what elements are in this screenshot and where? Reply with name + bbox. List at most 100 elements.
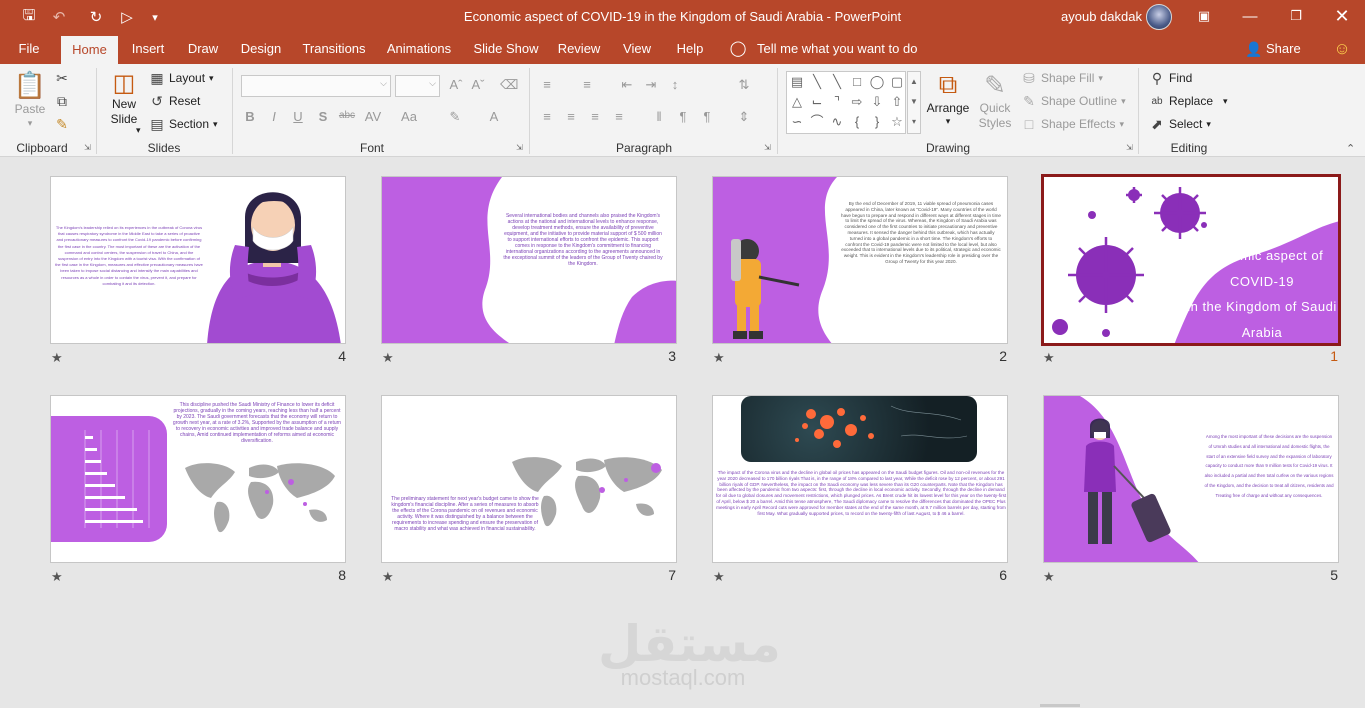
- justify-icon[interactable]: ≡: [610, 109, 628, 124]
- slide-thumbnail-2[interactable]: By the end of December of 2019, 11 viabl…: [712, 176, 1008, 344]
- slide-thumbnail-4[interactable]: The Kingdom's leadership relied on its e…: [50, 176, 346, 344]
- brace-left-shape-icon[interactable]: {: [847, 112, 867, 132]
- redo-icon[interactable]: ↻: [84, 6, 108, 28]
- tab-slide-show[interactable]: Slide Show: [468, 34, 544, 64]
- arrange-button[interactable]: ⧉ Arrange ▾: [926, 69, 970, 127]
- line-spacing-icon[interactable]: ↕: [666, 77, 684, 92]
- bullets-icon[interactable]: ≡: [538, 77, 556, 92]
- select-button[interactable]: ⬈ Select ▾: [1149, 116, 1211, 132]
- user-avatar[interactable]: [1146, 4, 1172, 30]
- collapse-ribbon-icon[interactable]: ⌃: [1346, 142, 1355, 155]
- layout-button[interactable]: ▦ Layout ▾: [149, 70, 213, 86]
- align-text-icon[interactable]: ⇕: [735, 109, 753, 125]
- user-name[interactable]: ayoub dakdak: [1061, 9, 1142, 24]
- brace-right-shape-icon[interactable]: }: [867, 112, 887, 132]
- ltr-icon[interactable]: ¶: [698, 109, 716, 124]
- star-shape-icon[interactable]: ☆: [887, 112, 907, 132]
- align-center-icon[interactable]: ≡: [562, 109, 580, 124]
- section-button[interactable]: ▤ Section ▾: [149, 116, 217, 132]
- freeform-shape-icon[interactable]: ∿: [827, 112, 847, 132]
- find-button[interactable]: ⚲ Find: [1149, 70, 1192, 86]
- character-spacing-icon[interactable]: AV: [364, 109, 382, 124]
- arrow-up-shape-icon[interactable]: ⇧: [887, 92, 907, 112]
- line-shape-icon[interactable]: ╲: [807, 72, 827, 92]
- italic-button[interactable]: I: [265, 109, 283, 124]
- rectangle-shape-icon[interactable]: □: [847, 72, 867, 92]
- save-icon[interactable]: 🖫: [17, 6, 41, 28]
- slide-thumbnail-3[interactable]: Several international bodies and channel…: [381, 176, 677, 344]
- elbow-connector-shape-icon[interactable]: ⌝: [827, 92, 847, 112]
- slide-thumbnail-6[interactable]: The impact of the Corona virus and the d…: [712, 395, 1008, 563]
- curve-shape-icon[interactable]: ∽: [787, 112, 807, 132]
- tell-me-search[interactable]: Tell me what you want to do: [757, 34, 917, 64]
- font-size-combo[interactable]: [395, 75, 440, 97]
- connector-shape-icon[interactable]: ⌙: [807, 92, 827, 112]
- slide-thumbnail-5[interactable]: Among the most important of these decisi…: [1043, 395, 1339, 563]
- rounded-rectangle-shape-icon[interactable]: ▢: [887, 72, 907, 92]
- clipboard-dialog-launcher-icon[interactable]: ⇲: [84, 143, 91, 152]
- tab-draw[interactable]: Draw: [180, 34, 226, 64]
- slide-thumbnail-7[interactable]: The preliminary statement for next year'…: [381, 395, 677, 563]
- text-direction-icon[interactable]: ⇅: [735, 77, 753, 93]
- arrow-down-shape-icon[interactable]: ⇩: [867, 92, 887, 112]
- tab-design[interactable]: Design: [234, 34, 288, 64]
- font-dialog-launcher-icon[interactable]: ⇲: [516, 143, 523, 152]
- smiley-feedback-icon[interactable]: ☺: [1331, 34, 1353, 64]
- tab-home[interactable]: Home: [61, 36, 118, 64]
- tab-transitions[interactable]: Transitions: [297, 34, 371, 64]
- increase-font-size-icon[interactable]: Aˆ: [447, 77, 465, 92]
- rtl-icon[interactable]: ¶: [674, 109, 692, 124]
- strikethrough-button[interactable]: abc: [338, 110, 356, 121]
- tab-view[interactable]: View: [614, 34, 660, 64]
- arc-shape-icon[interactable]: ⌒: [807, 112, 827, 132]
- text-shadow-button[interactable]: S: [314, 109, 332, 124]
- bold-button[interactable]: B: [241, 109, 259, 124]
- increase-indent-icon[interactable]: ⇥: [642, 77, 660, 93]
- shape-fill-button[interactable]: ⛁ Shape Fill ▾: [1021, 70, 1103, 86]
- numbering-icon[interactable]: ≡: [578, 77, 596, 92]
- copy-icon[interactable]: ⧉: [54, 93, 70, 109]
- shape-effects-button[interactable]: □ Shape Effects ▾: [1021, 116, 1124, 132]
- highlight-icon[interactable]: ✎: [446, 109, 464, 125]
- clear-formatting-icon[interactable]: ⌫: [500, 77, 518, 93]
- close-button[interactable]: ✕: [1319, 0, 1365, 32]
- line-shape-icon[interactable]: ╲: [827, 72, 847, 92]
- horizontal-scroll-indicator[interactable]: [1040, 704, 1080, 707]
- customize-quick-access-icon[interactable]: ▾: [143, 6, 167, 28]
- decrease-indent-icon[interactable]: ⇤: [618, 77, 636, 93]
- change-case-button[interactable]: Aa: [400, 109, 418, 124]
- slide-thumbnail-1[interactable]: Economic aspect of COVID-19 in the Kingd…: [1041, 174, 1341, 346]
- text-box-shape-icon[interactable]: ▤: [787, 72, 807, 92]
- tab-file[interactable]: File: [8, 34, 50, 64]
- paste-button[interactable]: 📋 Paste ▾: [12, 70, 48, 129]
- shape-outline-button[interactable]: ✎ Shape Outline ▾: [1021, 93, 1125, 109]
- drawing-dialog-launcher-icon[interactable]: ⇲: [1126, 143, 1133, 152]
- font-family-combo[interactable]: [241, 75, 391, 97]
- shapes-gallery-scroll[interactable]: ▲ ▼ ▾: [907, 71, 921, 134]
- cut-icon[interactable]: ✂: [54, 70, 70, 86]
- slide-thumbnail-8[interactable]: This discipline pushed the Saudi Ministr…: [50, 395, 346, 563]
- quick-styles-button[interactable]: ✎ Quick Styles: [973, 70, 1017, 131]
- undo-icon[interactable]: ↶: [47, 6, 71, 28]
- tab-insert[interactable]: Insert: [124, 34, 172, 64]
- align-left-icon[interactable]: ≡: [538, 109, 556, 124]
- decrease-font-size-icon[interactable]: Aˇ: [469, 77, 487, 92]
- paragraph-dialog-launcher-icon[interactable]: ⇲: [764, 143, 771, 152]
- shapes-gallery[interactable]: ▤ ╲ ╲ □ ◯ ▢ △ ⌙ ⌝ ⇨ ⇩ ⇧ ∽ ⌒ ∿{} ☆: [786, 71, 906, 134]
- font-color-icon[interactable]: A: [485, 109, 503, 124]
- ribbon-display-options-icon[interactable]: ▣: [1181, 0, 1227, 32]
- tab-help[interactable]: Help: [668, 34, 712, 64]
- restore-button[interactable]: ❐: [1273, 0, 1319, 32]
- tab-animations[interactable]: Animations: [380, 34, 458, 64]
- start-from-beginning-icon[interactable]: ▷: [115, 6, 139, 28]
- reset-button[interactable]: ↺ Reset: [149, 93, 200, 109]
- share-button[interactable]: Share: [1266, 34, 1301, 64]
- tab-review[interactable]: Review: [552, 34, 606, 64]
- oval-shape-icon[interactable]: ◯: [867, 72, 887, 92]
- align-right-icon[interactable]: ≡: [586, 109, 604, 124]
- replace-button[interactable]: ab Replace ▾: [1149, 93, 1227, 109]
- new-slide-button[interactable]: ◫ New Slide: [104, 70, 144, 127]
- format-painter-icon[interactable]: ✎: [54, 116, 70, 132]
- columns-icon[interactable]: ‖: [650, 109, 668, 124]
- triangle-shape-icon[interactable]: △: [787, 92, 807, 112]
